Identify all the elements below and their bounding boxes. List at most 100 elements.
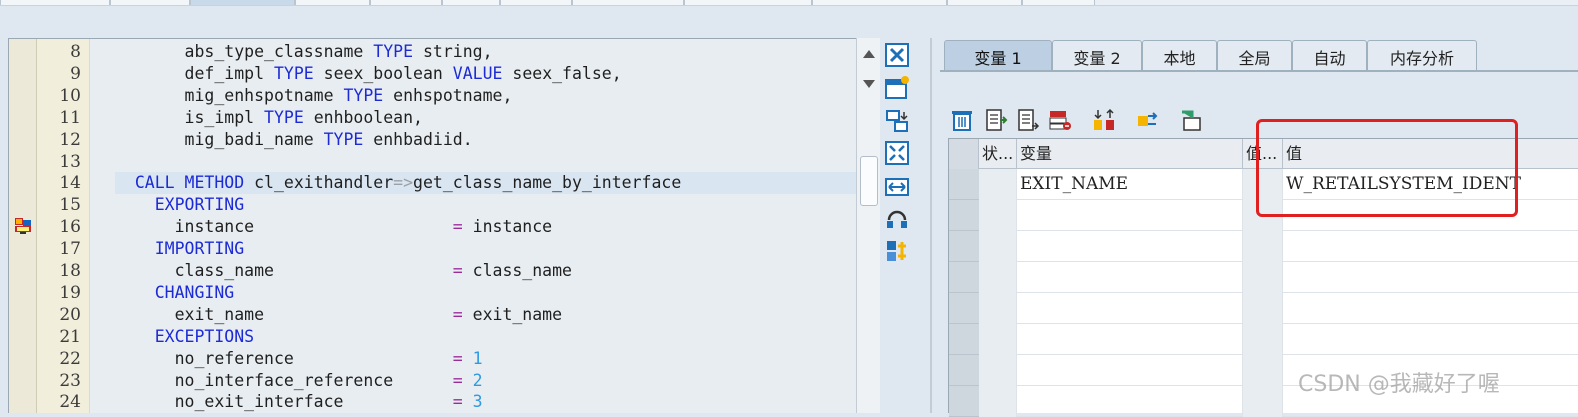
top-tab[interactable] (684, 0, 812, 5)
scroll-up-icon[interactable] (863, 50, 875, 58)
top-tab[interactable] (572, 0, 684, 5)
top-tab[interactable] (947, 0, 1022, 5)
status-cell[interactable] (979, 386, 1017, 417)
row-selector[interactable] (949, 293, 979, 324)
row-selector[interactable] (949, 169, 979, 200)
append-row-icon[interactable] (1016, 108, 1040, 132)
code-line[interactable]: 13 (9, 151, 856, 173)
code-editor[interactable]: 8 abs_type_classname TYPE string, 9 def_i… (8, 38, 856, 413)
code-line[interactable]: 12 mig_badi_name TYPE enhbadiid. (9, 129, 856, 151)
value-short-cell[interactable] (1243, 231, 1283, 262)
status-cell[interactable] (979, 355, 1017, 386)
variable-cell[interactable] (1017, 231, 1243, 262)
layout-icon[interactable] (1180, 108, 1204, 132)
value-short-cell[interactable] (1243, 293, 1283, 324)
status-cell[interactable] (979, 169, 1017, 200)
variable-cell[interactable] (1017, 262, 1243, 293)
value-short-cell[interactable] (1243, 324, 1283, 355)
select-all-cell[interactable] (949, 139, 979, 169)
row-selector[interactable] (949, 324, 979, 355)
top-tab[interactable] (190, 0, 295, 5)
top-tab[interactable] (295, 0, 370, 5)
close-pane-icon[interactable] (884, 42, 910, 68)
column-header-status[interactable]: 状... (979, 139, 1017, 169)
value-cell[interactable] (1283, 324, 1578, 355)
remove-row-icon[interactable] (1048, 108, 1072, 132)
value-cell[interactable] (1283, 231, 1578, 262)
variable-cell[interactable] (1017, 324, 1243, 355)
line-number: 15 (59, 195, 81, 216)
code-line[interactable]: 20 exit_name = exit_name (9, 304, 856, 326)
code-line[interactable]: 8 abs_type_classname TYPE string, (9, 41, 856, 63)
row-selector[interactable] (949, 262, 979, 293)
tab-variables-2[interactable]: 变量 2 (1052, 40, 1142, 70)
value-cell[interactable] (1283, 293, 1578, 324)
top-tab[interactable] (812, 0, 947, 5)
new-pane-icon[interactable] (884, 74, 910, 100)
transfer-icon[interactable] (1136, 108, 1160, 132)
variable-cell[interactable] (1017, 355, 1243, 386)
code-line[interactable]: 11 is_impl TYPE enhboolean, (9, 107, 856, 129)
status-cell[interactable] (979, 200, 1017, 231)
sort-blocks-icon[interactable] (1092, 108, 1116, 132)
status-cell[interactable] (979, 324, 1017, 355)
code-line[interactable]: 16 instance = instance (9, 216, 856, 238)
code-line[interactable]: 23 no_interface_reference = 2 (9, 370, 856, 392)
tab-auto[interactable]: 自动 (1292, 40, 1367, 70)
code-line[interactable]: 19 CHANGING (9, 282, 856, 304)
top-tab[interactable] (110, 0, 190, 5)
code-line[interactable]: 22 no_reference = 1 (9, 348, 856, 370)
table-row[interactable] (979, 293, 1578, 324)
code-line[interactable]: 17 IMPORTING (9, 238, 856, 260)
top-tab[interactable] (370, 0, 442, 5)
pane-divider[interactable] (930, 38, 932, 413)
delete-icon[interactable] (950, 108, 974, 132)
line-number: 11 (59, 107, 81, 128)
table-row[interactable] (979, 231, 1578, 262)
code-line[interactable]: 9 def_impl TYPE seex_boolean VALUE seex_… (9, 63, 856, 85)
status-cell[interactable] (979, 231, 1017, 262)
value-short-cell[interactable] (1243, 386, 1283, 417)
value-short-cell[interactable] (1243, 355, 1283, 386)
variable-cell[interactable]: EXIT_NAME (1017, 169, 1243, 200)
line-number: 17 (59, 239, 81, 260)
table-row[interactable] (979, 324, 1578, 355)
scrollbar-thumb[interactable] (860, 156, 878, 206)
code-line[interactable]: 18 class_name = class_name (9, 260, 856, 282)
top-tab[interactable] (1022, 0, 1095, 5)
row-selector[interactable] (949, 200, 979, 231)
status-cell[interactable] (979, 262, 1017, 293)
variable-cell[interactable] (1017, 386, 1243, 417)
tab-variables-1[interactable]: 变量 1 (944, 40, 1052, 70)
scroll-down-icon[interactable] (863, 80, 875, 88)
resize-width-icon[interactable] (884, 174, 910, 200)
variable-cell[interactable] (1017, 200, 1243, 231)
value-short-cell[interactable] (1243, 262, 1283, 293)
arc-arrows-icon[interactable] (884, 206, 910, 232)
row-selector[interactable] (949, 386, 979, 417)
maximize-pane-icon[interactable] (884, 140, 910, 166)
code-line[interactable]: 15 EXPORTING (9, 194, 856, 216)
insert-row-icon[interactable] (984, 108, 1008, 132)
row-selector[interactable] (949, 355, 979, 386)
top-tab[interactable] (0, 0, 110, 5)
top-tab[interactable] (442, 0, 500, 5)
variable-cell[interactable] (1017, 293, 1243, 324)
code-line[interactable]: 14 CALL METHOD cl_exithandler=>get_class… (9, 172, 856, 195)
code-line[interactable]: 21 EXCEPTIONS (9, 326, 856, 348)
swap-pane-icon[interactable] (884, 108, 910, 134)
tools-icon[interactable] (884, 238, 910, 264)
column-header-variable[interactable]: 变量 (1017, 139, 1243, 169)
row-selector[interactable] (949, 231, 979, 262)
tab-memory-analysis[interactable]: 内存分析 (1367, 40, 1477, 70)
code-line[interactable]: 10 mig_enhspotname TYPE enhspotname, (9, 85, 856, 107)
editor-vertical-scrollbar[interactable] (856, 38, 880, 413)
tab-local[interactable]: 本地 (1142, 40, 1217, 70)
top-tab[interactable] (500, 0, 572, 5)
value-cell[interactable] (1283, 262, 1578, 293)
tab-global[interactable]: 全局 (1217, 40, 1292, 70)
code-line[interactable]: 24 no_exit_interface = 3 (9, 391, 856, 413)
table-row[interactable] (979, 262, 1578, 293)
status-cell[interactable] (979, 293, 1017, 324)
top-tab-strip (0, 0, 1578, 6)
